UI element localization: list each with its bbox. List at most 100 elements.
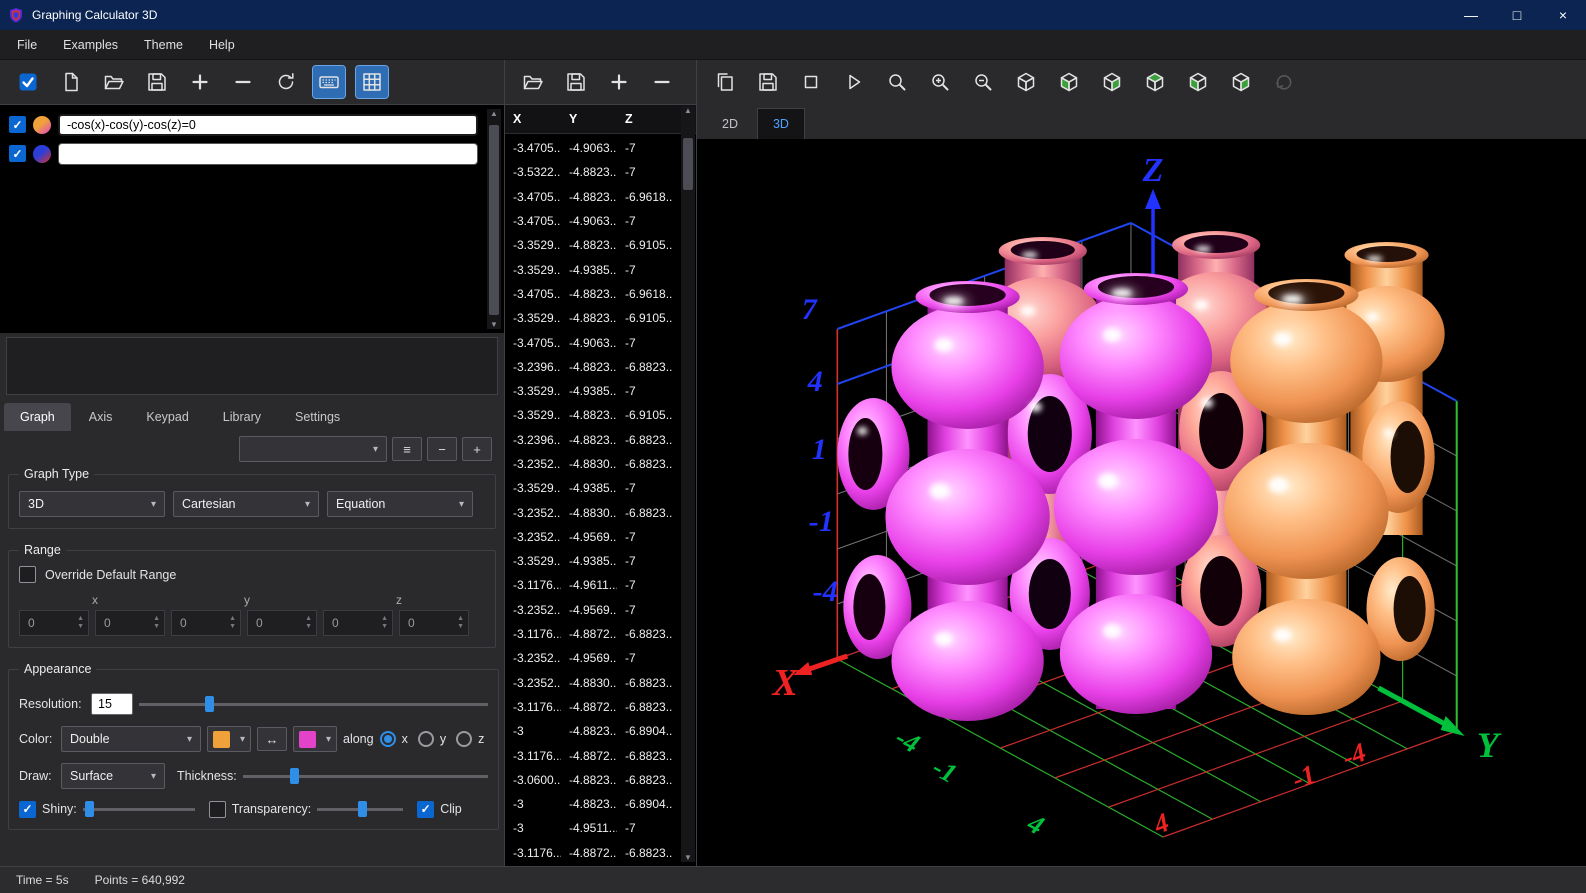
range-y-max-spinner[interactable]: 0▲▼ — [247, 610, 317, 636]
table-row[interactable]: -3.4705...-4.9063...-7 — [505, 136, 696, 160]
transparency-slider[interactable] — [317, 800, 403, 818]
refresh-button[interactable] — [270, 66, 302, 98]
copy-image-button[interactable] — [709, 66, 741, 98]
table-row[interactable]: -3.2396...-4.8823...-6.8823... — [505, 428, 696, 452]
table-row[interactable]: -3.1176...-4.9611...-7 — [505, 573, 696, 597]
table-row[interactable]: -3.2352...-4.8830...-6.8823... — [505, 452, 696, 476]
add-row-button[interactable] — [603, 66, 635, 98]
menu-examples[interactable]: Examples — [50, 32, 131, 58]
plot-viewport[interactable]: X Y Z 7 — [697, 139, 1586, 866]
thickness-slider[interactable] — [243, 767, 489, 785]
color-b-swatch[interactable]: ▾ — [293, 726, 337, 752]
table-row[interactable]: -3.2352...-4.8830...-6.8823... — [505, 671, 696, 695]
equation-visible-checkbox[interactable] — [9, 116, 26, 133]
remove-equation-button[interactable] — [227, 66, 259, 98]
open-table-button[interactable] — [517, 66, 549, 98]
view-tab-3d[interactable]: 3D — [757, 108, 805, 139]
save-table-button[interactable] — [560, 66, 592, 98]
swap-colors-button[interactable]: ↔ — [257, 727, 287, 751]
column-header-x[interactable]: X — [505, 112, 561, 126]
along-y-radio[interactable] — [418, 731, 434, 747]
table-row[interactable]: -3.3529...-4.8823...-6.9105... — [505, 403, 696, 427]
graph-preset-select[interactable]: ▾ — [239, 436, 387, 462]
shiny-checkbox[interactable] — [19, 801, 36, 818]
rotate-button[interactable] — [1268, 66, 1300, 98]
zoom-in-button[interactable] — [924, 66, 956, 98]
table-toggle-button[interactable] — [356, 66, 388, 98]
remove-row-button[interactable] — [646, 66, 678, 98]
equation-visible-checkbox[interactable] — [9, 145, 26, 162]
equation-scrollbar[interactable]: ▲ ▼ — [487, 109, 501, 329]
range-y-min-spinner[interactable]: 0▲▼ — [171, 610, 241, 636]
along-z-radio[interactable] — [456, 731, 472, 747]
scroll-up-icon[interactable]: ▲ — [487, 109, 501, 118]
scrollbar-thumb[interactable] — [489, 125, 499, 315]
table-row[interactable]: -3.4705...-4.8823...-6.9618... — [505, 282, 696, 306]
zoom-window-button[interactable] — [881, 66, 913, 98]
3d-plot[interactable]: X Y Z 7 — [697, 139, 1586, 866]
view-cube-top-button[interactable] — [1139, 66, 1171, 98]
table-row[interactable]: -3.2352...-4.8830...-6.8823... — [505, 500, 696, 524]
tab-axis[interactable]: Axis — [73, 403, 129, 431]
table-row[interactable]: -3-4.8823...-6.8904... — [505, 792, 696, 816]
add-graph-button[interactable]: + — [462, 437, 492, 461]
scroll-down-icon[interactable]: ▼ — [487, 320, 501, 329]
table-row[interactable]: -3.2396...-4.8823...-6.8823... — [505, 355, 696, 379]
tab-keypad[interactable]: Keypad — [130, 403, 204, 431]
scroll-down-icon[interactable]: ▼ — [681, 853, 695, 862]
draw-mode-select[interactable]: Surface▾ — [61, 763, 165, 789]
table-row[interactable]: -3.2352...-4.9569...-7 — [505, 598, 696, 622]
range-x-min-spinner[interactable]: 0▲▼ — [19, 610, 89, 636]
equation-row[interactable] — [5, 110, 482, 139]
table-row[interactable]: -3.1176...-4.8872...-6.8823... — [505, 743, 696, 767]
maximize-button[interactable]: □ — [1494, 0, 1540, 30]
new-file-button[interactable] — [55, 66, 87, 98]
equation-color-swatch[interactable] — [33, 116, 51, 134]
scrollbar-thumb[interactable] — [683, 138, 693, 190]
stop-button[interactable] — [795, 66, 827, 98]
view-cube-left-button[interactable] — [1053, 66, 1085, 98]
add-equation-button[interactable] — [184, 66, 216, 98]
resolution-input[interactable]: 15 — [91, 693, 133, 715]
color-a-swatch[interactable]: ▾ — [207, 726, 251, 752]
table-row[interactable]: -3.3529...-4.8823...-6.9105... — [505, 233, 696, 257]
range-z-max-spinner[interactable]: 0▲▼ — [399, 610, 469, 636]
table-row[interactable]: -3.1176...-4.8872...-6.8823... — [505, 841, 696, 865]
scroll-up-icon[interactable]: ▲ — [681, 106, 695, 115]
tab-graph[interactable]: Graph — [4, 403, 71, 431]
save-image-button[interactable] — [752, 66, 784, 98]
column-header-z[interactable]: Z — [617, 112, 673, 126]
remove-graph-button[interactable]: − — [427, 437, 457, 461]
form-select[interactable]: Equation▾ — [327, 491, 473, 517]
play-button[interactable] — [838, 66, 870, 98]
menu-help[interactable]: Help — [196, 32, 248, 58]
view-tab-2d[interactable]: 2D — [707, 109, 753, 139]
shiny-slider[interactable] — [83, 800, 195, 818]
keypad-toggle-button[interactable] — [313, 66, 345, 98]
table-row[interactable]: -3-4.9511...-7 — [505, 816, 696, 840]
open-file-button[interactable] — [98, 66, 130, 98]
minimize-button[interactable]: — — [1448, 0, 1494, 30]
range-z-min-spinner[interactable]: 0▲▼ — [323, 610, 393, 636]
view-cube-right-button[interactable] — [1096, 66, 1128, 98]
view-cube-back-button[interactable] — [1225, 66, 1257, 98]
table-row[interactable]: -3.3529...-4.9385...-7 — [505, 476, 696, 500]
clip-checkbox[interactable] — [417, 801, 434, 818]
view-cube-front-button[interactable] — [1182, 66, 1214, 98]
table-row[interactable]: -3.3529...-4.9385...-7 — [505, 257, 696, 281]
table-row[interactable]: -3.3529...-4.9385...-7 — [505, 549, 696, 573]
resolution-slider[interactable] — [139, 695, 488, 713]
transparency-checkbox[interactable] — [209, 801, 226, 818]
table-row[interactable]: -3.4705...-4.9063...-7 — [505, 209, 696, 233]
view-cube-iso-button[interactable] — [1010, 66, 1042, 98]
tab-library[interactable]: Library — [207, 403, 277, 431]
table-row[interactable]: -3.4705...-4.9063...-7 — [505, 330, 696, 354]
table-row[interactable]: -3-4.8823...-6.8904... — [505, 719, 696, 743]
table-row[interactable]: -3.1176...-4.8872...-6.8823... — [505, 695, 696, 719]
along-x-radio[interactable] — [380, 731, 396, 747]
equation-row[interactable] — [5, 139, 482, 168]
menu-file[interactable]: File — [4, 32, 50, 58]
equation-input[interactable] — [58, 114, 478, 136]
table-scrollbar[interactable]: ▲ ▼ — [681, 106, 695, 862]
override-range-checkbox[interactable] — [19, 566, 36, 583]
